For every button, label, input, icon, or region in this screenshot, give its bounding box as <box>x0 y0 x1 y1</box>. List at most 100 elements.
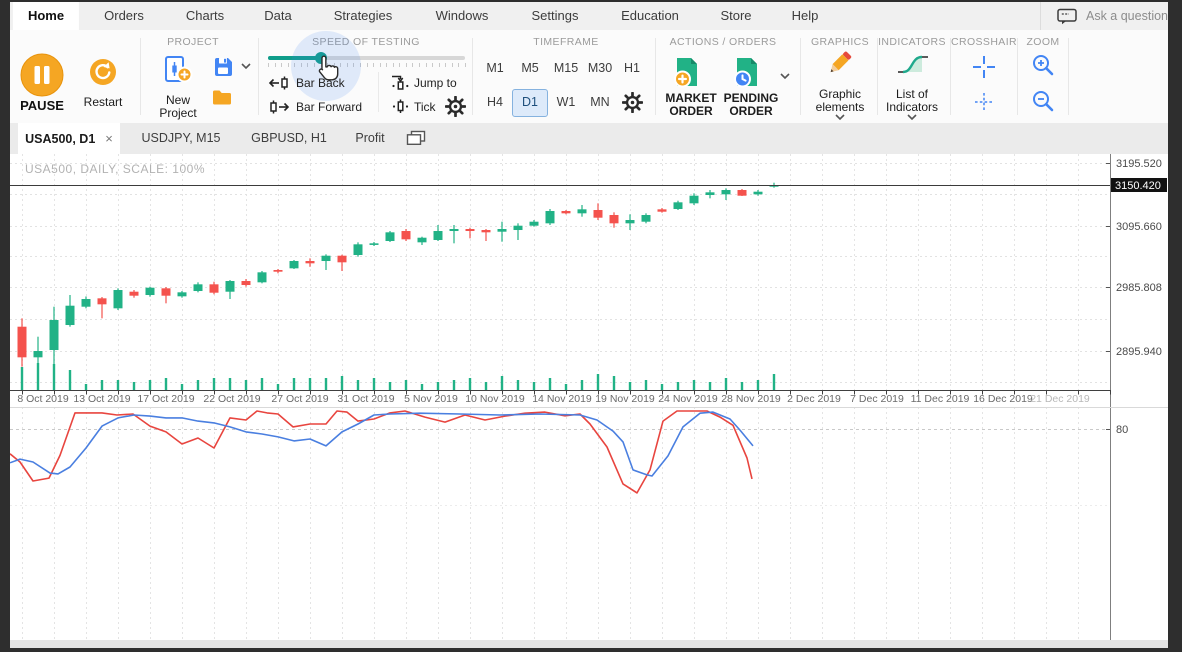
speed-settings-gear-icon[interactable] <box>445 96 466 117</box>
menu-tab-orders[interactable]: Orders <box>89 2 159 30</box>
slider-tick <box>399 63 400 67</box>
date-axis-label: 10 Nov 2019 <box>465 393 525 405</box>
slider-tick <box>452 63 453 67</box>
tick-button[interactable]: Tick <box>414 100 436 114</box>
chart-tab-label: GBPUSD, H1 <box>251 131 327 145</box>
timeframe-button-d1[interactable]: D1 <box>512 89 548 117</box>
indicator-curve-icon[interactable] <box>896 51 930 78</box>
bar-forward-icon <box>268 100 290 114</box>
chart-tab-label: USA500, D1 <box>25 132 95 146</box>
ribbon-separator <box>472 38 473 115</box>
timeframe-button-m15[interactable]: M15 <box>549 55 583 81</box>
hand-cursor-icon <box>316 54 340 82</box>
market-order-button[interactable]: MARKET ORDER <box>660 92 722 118</box>
menu-tab-charts[interactable]: Charts <box>171 2 239 30</box>
graphics-chevron-down-icon[interactable] <box>835 114 845 121</box>
ribbon-separator <box>950 38 951 115</box>
cascade-windows-icon[interactable] <box>406 130 426 146</box>
timeframe-button-mn[interactable]: MN <box>583 89 617 115</box>
crosshair-icon[interactable] <box>971 54 997 80</box>
ask-a-question-label: Ask a question <box>1086 9 1168 23</box>
indicators-chevron-down-icon[interactable] <box>907 114 917 121</box>
open-project-button[interactable] <box>211 88 233 106</box>
slider-tick <box>412 63 413 67</box>
slider-tick <box>432 63 433 67</box>
ribbon-separator <box>1017 38 1018 115</box>
restart-button[interactable] <box>90 59 116 85</box>
menu-tab-strategies[interactable]: Strategies <box>319 2 408 30</box>
slider-tick <box>465 63 466 67</box>
menu-tab-data[interactable]: Data <box>249 2 306 30</box>
slider-tick <box>419 63 420 67</box>
chart-tab-label: USDJPY, M15 <box>142 131 221 145</box>
tick-icon <box>392 98 409 115</box>
slider-tick <box>373 63 374 67</box>
ribbon-separator <box>258 38 259 115</box>
price-axis-label: 3195.520 <box>1116 158 1162 170</box>
date-axis-label: 13 Oct 2019 <box>73 393 130 405</box>
menu-tab-windows[interactable]: Windows <box>421 2 504 30</box>
slider-tick <box>367 63 368 67</box>
market-order-icon[interactable] <box>671 56 703 89</box>
date-axis-label: 21 Dec 2019 <box>1030 393 1090 405</box>
date-axis-label: 19 Nov 2019 <box>595 393 655 405</box>
chart-tab-usdjpy[interactable]: USDJPY, M15 <box>128 123 234 154</box>
main-menu-bar: Home Orders Charts Data Strategies Windows Set… <box>10 2 1168 31</box>
chart-tab-usa500[interactable]: USA500, D1 × <box>18 123 120 154</box>
slider-tick <box>386 63 387 67</box>
indicator-level-label: 80 <box>1116 424 1128 436</box>
date-axis-label: 14 Nov 2019 <box>532 393 592 405</box>
zoom-out-icon[interactable] <box>1031 89 1055 113</box>
new-project-button[interactable] <box>163 55 193 85</box>
menu-tab-home[interactable]: Home <box>13 2 79 30</box>
pending-order-icon[interactable] <box>731 56 763 89</box>
app-window: Home Orders Charts Data Strategies Windows Set… <box>10 2 1168 648</box>
pending-order-button[interactable]: PENDING ORDER <box>719 92 783 118</box>
save-project-button[interactable] <box>212 55 234 77</box>
slider-tick <box>393 63 394 67</box>
price-chart[interactable]: USA500, DAILY, SCALE: 100%3195.5203150.4… <box>10 154 1168 648</box>
graphic-elements-button[interactable]: Graphic elements <box>804 88 876 114</box>
menu-tab-education[interactable]: Education <box>606 2 694 30</box>
timeframe-button-h4[interactable]: H4 <box>478 89 512 115</box>
ask-a-question-button[interactable]: Ask a question <box>1040 2 1168 30</box>
menu-tab-help[interactable]: Help <box>777 2 834 30</box>
pencil-icon[interactable] <box>824 48 854 78</box>
save-chevron-down-icon[interactable] <box>241 63 251 70</box>
slider-tick <box>426 63 427 67</box>
chart-tab-profit[interactable]: Profit <box>344 123 396 154</box>
bar-forward-button[interactable]: Bar Forward <box>296 100 362 114</box>
chart-tab-label: Profit <box>355 131 384 145</box>
timeframe-button-m30[interactable]: M30 <box>583 55 617 81</box>
restart-label: Restart <box>84 96 123 109</box>
date-axis-label: 2 Dec 2019 <box>787 393 841 405</box>
timeframe-button-w1[interactable]: W1 <box>549 89 583 115</box>
price-axis-label: 2985.808 <box>1116 282 1162 294</box>
crosshair-sync-icon[interactable] <box>974 92 994 112</box>
price-axis-label: 3095.660 <box>1116 221 1162 233</box>
orders-chevron-down-icon[interactable] <box>780 73 790 80</box>
chart-watermark: USA500, DAILY, SCALE: 100% <box>25 162 205 176</box>
menu-tab-store[interactable]: Store <box>705 2 766 30</box>
slider-tick <box>406 63 407 67</box>
zoom-in-icon[interactable] <box>1031 53 1055 77</box>
timeframe-settings-gear-icon[interactable] <box>622 92 643 113</box>
menu-tab-settings[interactable]: Settings <box>517 2 594 30</box>
date-axis-label: 17 Oct 2019 <box>137 393 194 405</box>
section-title-orders: ACTIONS / ORDERS <box>670 36 777 48</box>
close-tab-icon[interactable]: × <box>105 131 113 146</box>
date-axis-label: 22 Oct 2019 <box>203 393 260 405</box>
bar-back-icon <box>268 76 290 90</box>
section-title-crosshair: CROSSHAIR <box>951 36 1017 48</box>
pause-button[interactable] <box>20 53 64 97</box>
timeframe-button-h1[interactable]: H1 <box>615 55 649 81</box>
timeframe-button-m1[interactable]: M1 <box>478 55 512 81</box>
jump-to-button[interactable]: Jump to <box>414 76 457 90</box>
chart-tab-gbpusd[interactable]: GBPUSD, H1 <box>240 123 338 154</box>
timeframe-button-m5[interactable]: M5 <box>513 55 547 81</box>
window-frame: { "window": {"ask": "Ask a question"}, "… <box>0 0 1182 652</box>
price-axis-label: 2895.940 <box>1116 346 1162 358</box>
ribbon-separator <box>800 38 801 115</box>
list-of-indicators-button[interactable]: List of Indicators <box>872 88 952 114</box>
date-axis-label: 5 Nov 2019 <box>404 393 458 405</box>
